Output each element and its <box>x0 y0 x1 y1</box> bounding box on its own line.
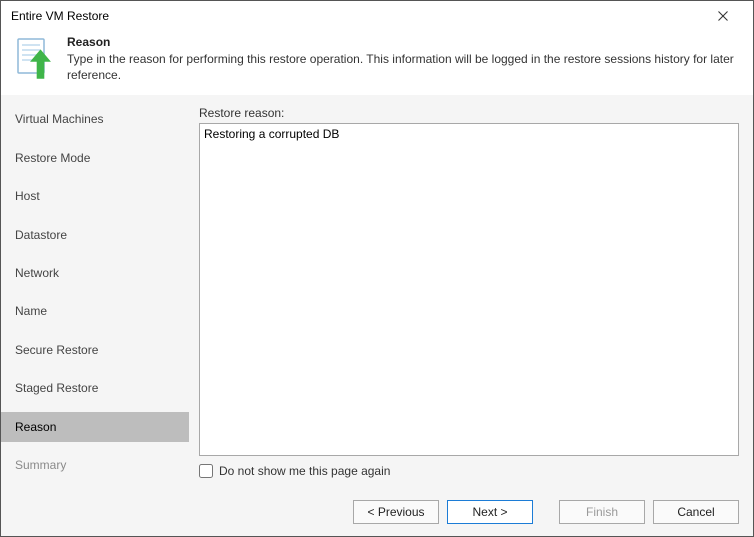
sidebar-item-label: Summary <box>15 458 66 472</box>
dont-show-row: Do not show me this page again <box>199 464 739 478</box>
sidebar-item-network[interactable]: Network <box>1 258 189 288</box>
sidebar-item-staged-restore[interactable]: Staged Restore <box>1 373 189 403</box>
body: Virtual Machines Restore Mode Host Datastor… <box>1 95 753 488</box>
sidebar-item-label: Secure Restore <box>15 343 98 357</box>
next-button[interactable]: Next > <box>447 500 533 524</box>
titlebar: Entire VM Restore <box>1 1 753 31</box>
sidebar-item-secure-restore[interactable]: Secure Restore <box>1 335 189 365</box>
dont-show-label[interactable]: Do not show me this page again <box>219 464 390 478</box>
dialog-window: Entire VM Restore Reason Type in the rea… <box>0 0 754 537</box>
reason-input[interactable] <box>199 123 739 456</box>
sidebar-item-label: Reason <box>15 420 56 434</box>
page-heading: Reason <box>67 35 739 49</box>
restore-icon <box>15 37 55 81</box>
sidebar-item-label: Restore Mode <box>15 151 90 165</box>
page-description: Type in the reason for performing this r… <box>67 51 739 83</box>
sidebar-item-label: Datastore <box>15 228 67 242</box>
sidebar-item-reason[interactable]: Reason <box>1 412 189 442</box>
sidebar-item-host[interactable]: Host <box>1 181 189 211</box>
footer: < Previous Next > Finish Cancel <box>1 488 753 536</box>
close-button[interactable] <box>703 2 743 30</box>
sidebar-item-label: Network <box>15 266 59 280</box>
sidebar-item-label: Staged Restore <box>15 381 98 395</box>
sidebar-item-datastore[interactable]: Datastore <box>1 220 189 250</box>
cancel-button[interactable]: Cancel <box>653 500 739 524</box>
header-text: Reason Type in the reason for performing… <box>67 35 739 83</box>
sidebar-item-label: Virtual Machines <box>15 112 104 126</box>
sidebar-item-summary[interactable]: Summary <box>1 450 189 480</box>
content-panel: Restore reason: Do not show me this page… <box>189 96 753 488</box>
sidebar-item-restore-mode[interactable]: Restore Mode <box>1 143 189 173</box>
sidebar-item-label: Name <box>15 304 47 318</box>
previous-button[interactable]: < Previous <box>353 500 439 524</box>
close-icon <box>718 11 728 21</box>
page-header: Reason Type in the reason for performing… <box>1 31 753 95</box>
finish-button[interactable]: Finish <box>559 500 645 524</box>
sidebar-item-name[interactable]: Name <box>1 296 189 326</box>
sidebar-item-label: Host <box>15 189 40 203</box>
sidebar-item-virtual-machines[interactable]: Virtual Machines <box>1 104 189 134</box>
dont-show-checkbox[interactable] <box>199 464 213 478</box>
reason-label: Restore reason: <box>199 106 739 120</box>
window-title: Entire VM Restore <box>11 9 109 23</box>
wizard-sidebar: Virtual Machines Restore Mode Host Datastor… <box>1 96 189 488</box>
